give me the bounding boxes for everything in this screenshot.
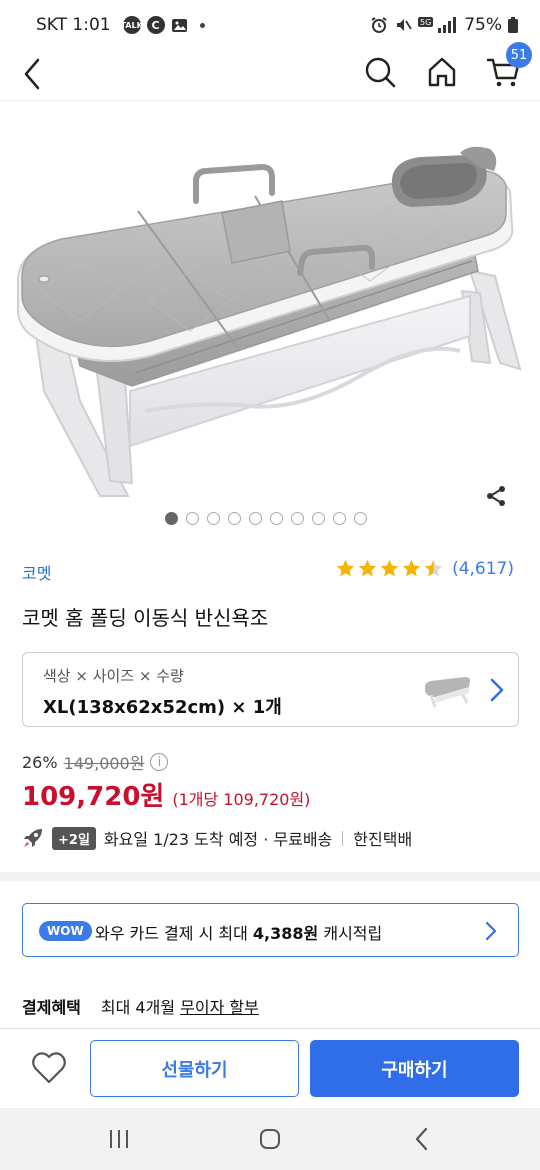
chevron-right-icon	[490, 678, 504, 702]
discount-row: 26% 149,000원 i	[22, 750, 169, 774]
image-pagination	[0, 512, 540, 525]
info-icon[interactable]: i	[150, 753, 169, 771]
sale-price: 109,720원	[22, 782, 165, 812]
delivery-info: +2일 화요일 1/23 도착 예정 · 무료배송 한진택배	[22, 826, 412, 850]
option-value: XL(138x62x52cm) × 1개	[43, 697, 282, 718]
pagination-dot[interactable]	[270, 512, 283, 525]
system-back-icon[interactable]	[412, 1126, 432, 1152]
wow-card-benefit[interactable]: WOW 와우 카드 결제 시 최대 4,388원 캐시적립	[22, 903, 519, 957]
review-count[interactable]: (4,617)	[452, 559, 514, 579]
pagination-dot[interactable]	[207, 512, 220, 525]
home-icon[interactable]	[424, 54, 460, 90]
option-selector[interactable]: 색상 × 사이즈 × 수량 XL(138x62x52cm) × 1개	[22, 652, 519, 727]
benefit-label: 결제혜택	[22, 998, 81, 1017]
pagination-dot[interactable]	[228, 512, 241, 525]
recent-apps-icon[interactable]	[107, 1128, 131, 1150]
star-icon	[358, 559, 377, 577]
price-row: 109,720원 (1개당 109,720원)	[22, 776, 310, 813]
wow-text-suffix: 캐시적립	[318, 924, 383, 943]
5g-signal-icon: 5G	[418, 17, 457, 33]
star-icon	[336, 559, 355, 577]
installment-link[interactable]: 무이자 할부	[180, 998, 259, 1017]
star-icon	[380, 559, 399, 577]
wow-badge: WOW	[39, 921, 92, 941]
discount-rate: 26%	[22, 752, 58, 772]
pagination-dot[interactable]	[165, 512, 178, 525]
delivery-days-badge: +2일	[52, 826, 96, 850]
svg-text:5G: 5G	[420, 18, 431, 27]
pagination-dot[interactable]	[186, 512, 199, 525]
carrier-time: SKT 1:01	[36, 15, 111, 35]
rocket-delivery-icon	[24, 829, 42, 847]
pagination-dot[interactable]	[354, 512, 367, 525]
mute-icon	[397, 19, 412, 31]
pagination-dot[interactable]	[333, 512, 346, 525]
chevron-right-icon	[485, 921, 497, 941]
battery-icon	[508, 17, 518, 33]
pagination-dot[interactable]	[249, 512, 262, 525]
kakaotalk-icon: TALK	[120, 16, 143, 34]
home-button-icon[interactable]	[258, 1127, 282, 1151]
wow-amount: 4,388원	[252, 924, 319, 943]
benefit-text: 최대 4개월 무이자 할부	[101, 994, 259, 1018]
delivery-carrier: 한진택배	[353, 830, 413, 849]
gift-button[interactable]: 선물하기	[90, 1040, 299, 1097]
benefit-text-prefix: 최대 4개월	[100, 998, 181, 1017]
system-nav-bar	[0, 1108, 540, 1170]
star-icon	[402, 559, 421, 577]
wow-text-prefix: 와우 카드 결제 시 최대	[95, 924, 253, 943]
product-image[interactable]	[0, 101, 540, 531]
wow-text: 와우 카드 결제 시 최대 4,388원 캐시적립	[95, 920, 382, 944]
product-title: 코멧 홈 폴딩 이동식 반신욕조	[22, 606, 269, 630]
section-divider	[0, 872, 540, 881]
rating[interactable]: (4,617)	[335, 558, 514, 579]
pagination-dot[interactable]	[291, 512, 304, 525]
star-icon	[424, 559, 443, 577]
option-label: 색상 × 사이즈 × 수량	[43, 667, 184, 685]
more-notifications-dot	[199, 22, 205, 28]
pagination-dot[interactable]	[312, 512, 325, 525]
cart-count-badge: 51	[506, 42, 532, 68]
back-icon[interactable]	[18, 56, 48, 92]
alarm-icon	[371, 17, 387, 33]
brand-link[interactable]: 코멧	[22, 560, 51, 584]
payment-benefit: 결제혜택 최대 4개월 무이자 할부	[22, 994, 259, 1018]
unit-price: (1개당 109,720원)	[172, 790, 311, 809]
top-nav	[0, 50, 540, 100]
divider	[342, 830, 344, 846]
heart-icon[interactable]	[30, 1049, 68, 1087]
option-thumbnail	[425, 677, 470, 708]
original-price: 149,000원	[63, 754, 145, 773]
delivery-date: 화요일 1/23 도착 예정 · 무료배송	[103, 830, 333, 849]
buy-button[interactable]: 구매하기	[310, 1040, 519, 1097]
bottom-action-bar: 선물하기 구매하기	[0, 1028, 540, 1108]
search-icon[interactable]	[362, 54, 398, 90]
status-bar: SKT 1:01 TALK C 5G 75%	[0, 0, 540, 50]
share-icon[interactable]	[484, 484, 508, 508]
c-notification-icon: C	[146, 16, 165, 34]
image-notification-icon	[171, 18, 187, 32]
battery-percent: 75%	[464, 15, 502, 35]
